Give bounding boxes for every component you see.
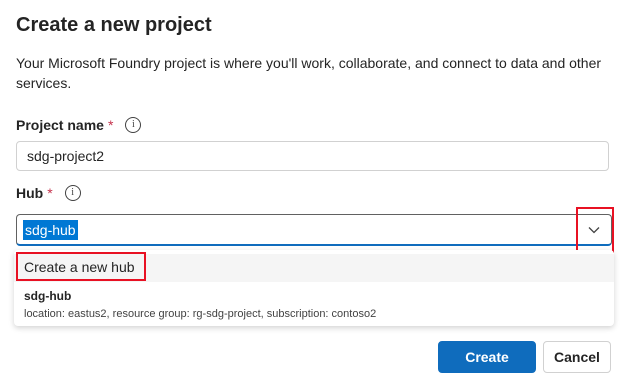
hub-selected-value[interactable]: sdg-hub <box>23 220 78 240</box>
info-icon[interactable]: i <box>64 185 81 201</box>
highlight-box-create-new-hub <box>16 252 146 281</box>
hub-label: Hub <box>16 185 44 201</box>
option-hub-detail: location: eastus2, resource group: rg-sd… <box>24 308 377 320</box>
project-name-label: Project name <box>16 117 104 133</box>
required-marker: * <box>107 117 114 133</box>
project-name-label-row: Project name * i <box>16 117 142 133</box>
project-name-input[interactable]: sdg-project2 <box>16 141 609 171</box>
cancel-button[interactable]: Cancel <box>543 341 611 373</box>
dialog-description: Your Microsoft Foundry project is where … <box>16 55 602 91</box>
info-icon[interactable]: i <box>125 117 142 133</box>
create-button[interactable]: Create <box>438 341 536 373</box>
dialog-title: Create a new project <box>16 14 212 36</box>
option-hub-name: sdg-hub <box>24 289 72 303</box>
highlight-box-dropdown-button <box>576 207 614 253</box>
required-marker: * <box>47 185 53 201</box>
hub-combobox[interactable]: sdg-hub <box>16 214 612 246</box>
hub-label-row: Hub * i <box>16 185 81 201</box>
